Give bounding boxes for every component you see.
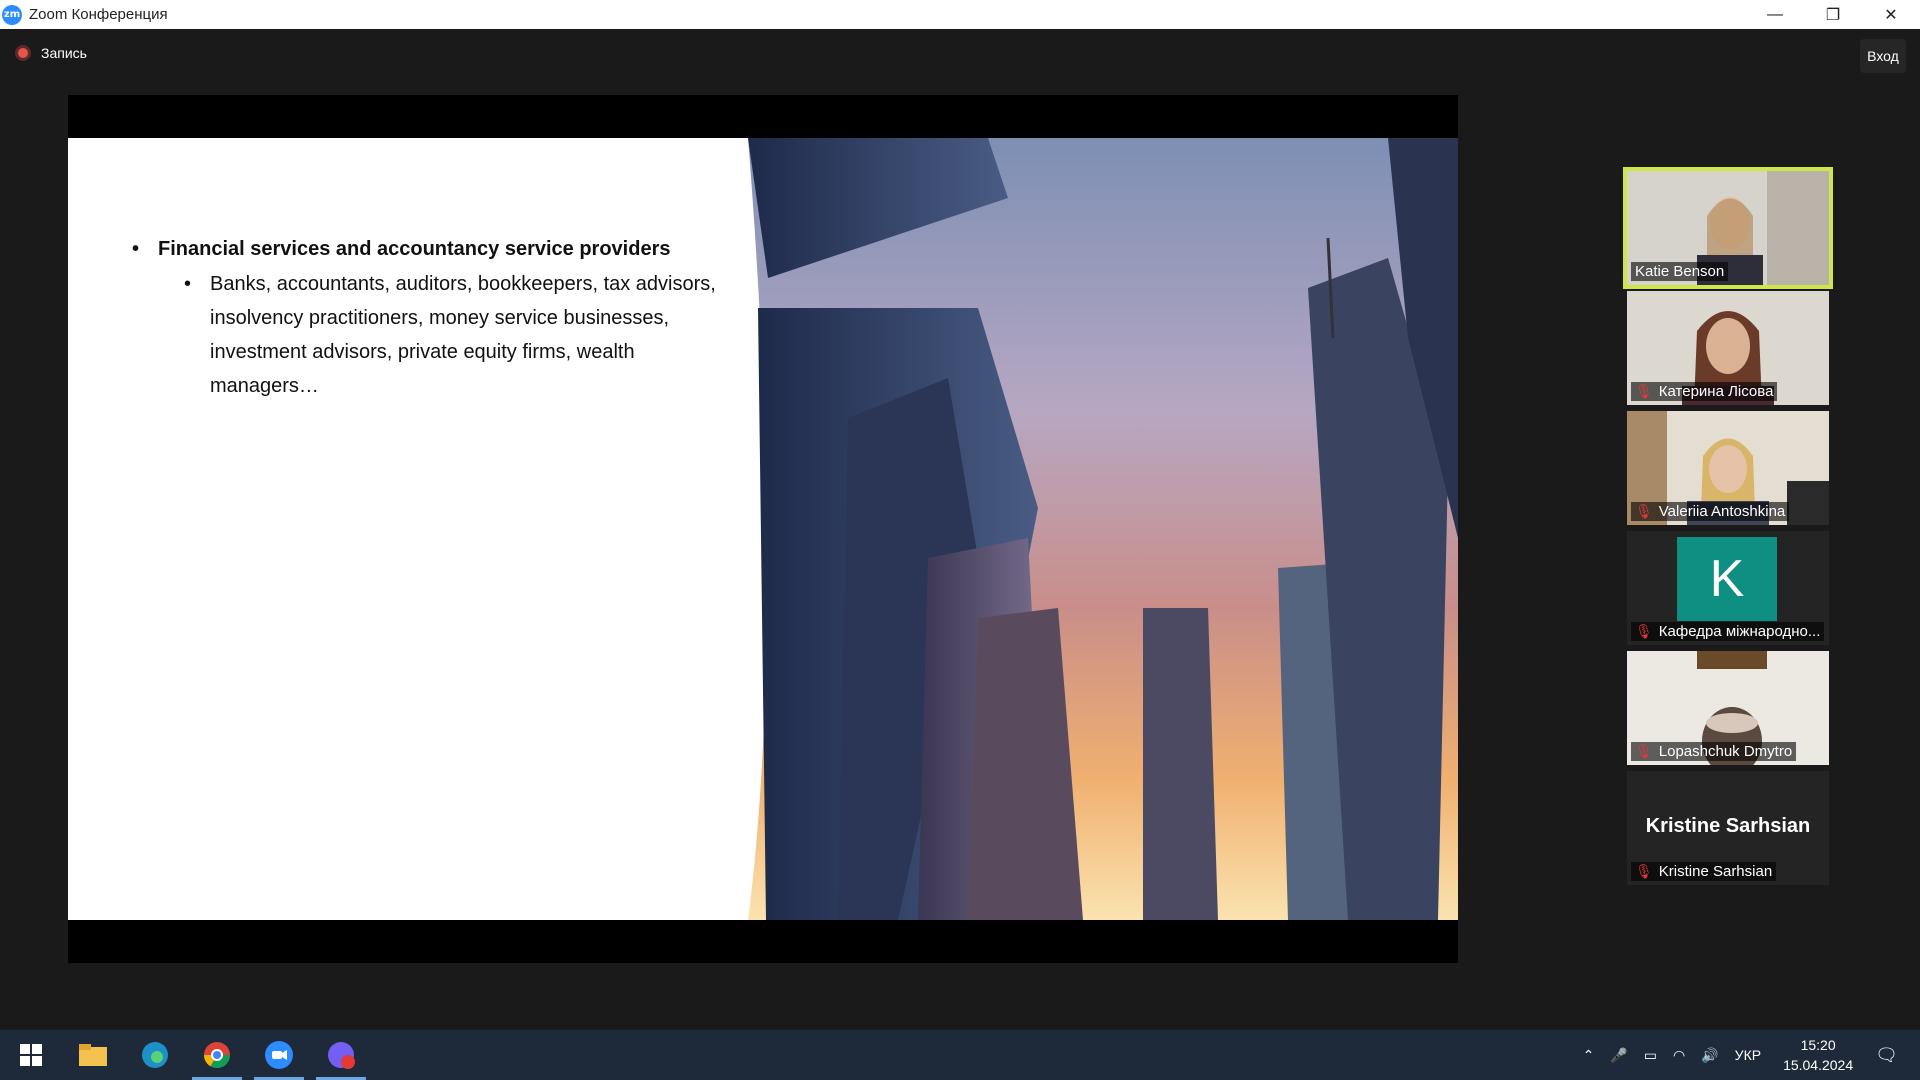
folder-icon [79, 1044, 107, 1066]
system-tray: ⌃ 🎤 ▭ ◠ 🔊 УКР 15:20 15.04.2024 🗨 [1575, 1030, 1920, 1080]
participant-name: Кафедра міжнародно... [1658, 623, 1821, 640]
signin-button[interactable]: Вход [1860, 39, 1906, 73]
zoom-app-icon: zm [2, 4, 22, 25]
participant-name: Kristine Sarhsian [1658, 863, 1773, 880]
window-title: Zoom Конференция [29, 6, 168, 23]
zoom-icon [265, 1041, 293, 1069]
participant-tile[interactable]: Katie Benson [1623, 167, 1833, 289]
participant-tile[interactable]: 🎙 Катерина Лісова [1627, 291, 1829, 405]
participant-tile[interactable]: Kristine Sarhsian 🎙 Kristine Sarhsian [1627, 771, 1829, 885]
battery-icon[interactable]: ▭ [1644, 1047, 1657, 1064]
mic-muted-icon: 🎙 [1635, 623, 1653, 639]
recording-label: Запись [41, 45, 87, 61]
record-dot-icon [15, 45, 31, 61]
chrome-button[interactable] [186, 1030, 248, 1080]
shared-screen: • Financial services and accountancy ser… [68, 95, 1458, 963]
language-indicator[interactable]: УКР [1735, 1047, 1761, 1063]
participant-list: Katie Benson 🎙 Катерина Лісова 🎙 Valerii… [1623, 167, 1834, 891]
participant-tile[interactable]: K 🎙 Кафедра міжнародно... [1627, 531, 1829, 645]
chrome-browser-icon [203, 1042, 231, 1069]
volume-icon[interactable]: 🔊 [1701, 1047, 1718, 1064]
slide-heading-bullet: • Financial services and accountancy ser… [132, 238, 732, 261]
windows-taskbar: ⌃ 🎤 ▭ ◠ 🔊 УКР 15:20 15.04.2024 🗨 [0, 1030, 1920, 1080]
bullet-marker: • [184, 273, 192, 295]
start-button[interactable] [0, 1030, 62, 1080]
participant-name-label: 🎙 Кафедра міжнародно... [1631, 622, 1825, 641]
edge-browser-icon [142, 1042, 168, 1068]
participant-tile[interactable]: 🎙 Valeriia Antoshkina [1627, 411, 1829, 525]
viber-icon [328, 1042, 355, 1069]
participant-name-label: 🎙 Lopashchuk Dmytro [1631, 742, 1797, 761]
chevron-up-icon[interactable]: ⌃ [1583, 1047, 1595, 1064]
viber-button[interactable] [310, 1030, 372, 1080]
slide-subtext: Banks, accountants, auditors, bookkeeper… [210, 273, 716, 397]
cityscape-image [748, 138, 1458, 920]
bullet-marker: • [132, 238, 140, 260]
slide-text-block: • Financial services and accountancy ser… [132, 238, 732, 403]
minimize-button[interactable]: — [1746, 0, 1804, 29]
clock-date: 15.04.2024 [1783, 1057, 1854, 1073]
notification-icon[interactable]: 🗨 [1875, 1045, 1898, 1066]
participant-display-name: Kristine Sarhsian [1645, 815, 1811, 837]
participant-avatar: K [1677, 537, 1777, 621]
participant-name-label: 🎙 Valeriia Antoshkina [1631, 502, 1790, 521]
participant-name: Katie Benson [1635, 263, 1725, 280]
edge-button[interactable] [124, 1030, 186, 1080]
meeting-area: Запись Вход • Financial services and acc… [0, 29, 1920, 1030]
mic-muted-icon: 🎙 [1635, 383, 1653, 399]
slide-subbullet: • Banks, accountants, auditors, bookkeep… [184, 267, 732, 403]
windows-icon [20, 1044, 42, 1066]
file-explorer-button[interactable] [62, 1030, 124, 1080]
microphone-icon[interactable]: 🎤 [1610, 1047, 1627, 1064]
participant-name: Valeriia Antoshkina [1658, 503, 1786, 520]
participant-tile[interactable]: 🎙 Lopashchuk Dmytro [1627, 651, 1829, 765]
clock-time: 15:20 [1800, 1037, 1836, 1053]
participant-name-label: 🎙 Kristine Sarhsian [1631, 862, 1777, 881]
mic-muted-icon: 🎙 [1635, 503, 1653, 519]
mic-muted-icon: 🎙 [1635, 863, 1653, 879]
participant-name: Lopashchuk Dmytro [1658, 743, 1793, 760]
zoom-taskbar-button[interactable] [248, 1030, 310, 1080]
participant-name-label: 🎙 Катерина Лісова [1631, 382, 1778, 401]
wifi-icon[interactable]: ◠ [1673, 1047, 1685, 1064]
close-button[interactable]: ✕ [1862, 0, 1920, 29]
restore-button[interactable]: ❐ [1804, 0, 1862, 29]
presentation-slide: • Financial services and accountancy ser… [68, 138, 1458, 920]
recording-indicator[interactable]: Запись [15, 45, 87, 61]
mic-muted-icon: 🎙 [1635, 743, 1653, 759]
window-titlebar: zm Zoom Конференция — ❐ ✕ [0, 0, 1920, 29]
participant-name-label: Katie Benson [1631, 262, 1729, 281]
clock[interactable]: 15:20 15.04.2024 [1783, 1035, 1853, 1075]
slide-heading: Financial services and accountancy servi… [158, 238, 671, 260]
window-controls: — ❐ ✕ [1746, 0, 1920, 29]
participant-name: Катерина Лісова [1658, 383, 1774, 400]
